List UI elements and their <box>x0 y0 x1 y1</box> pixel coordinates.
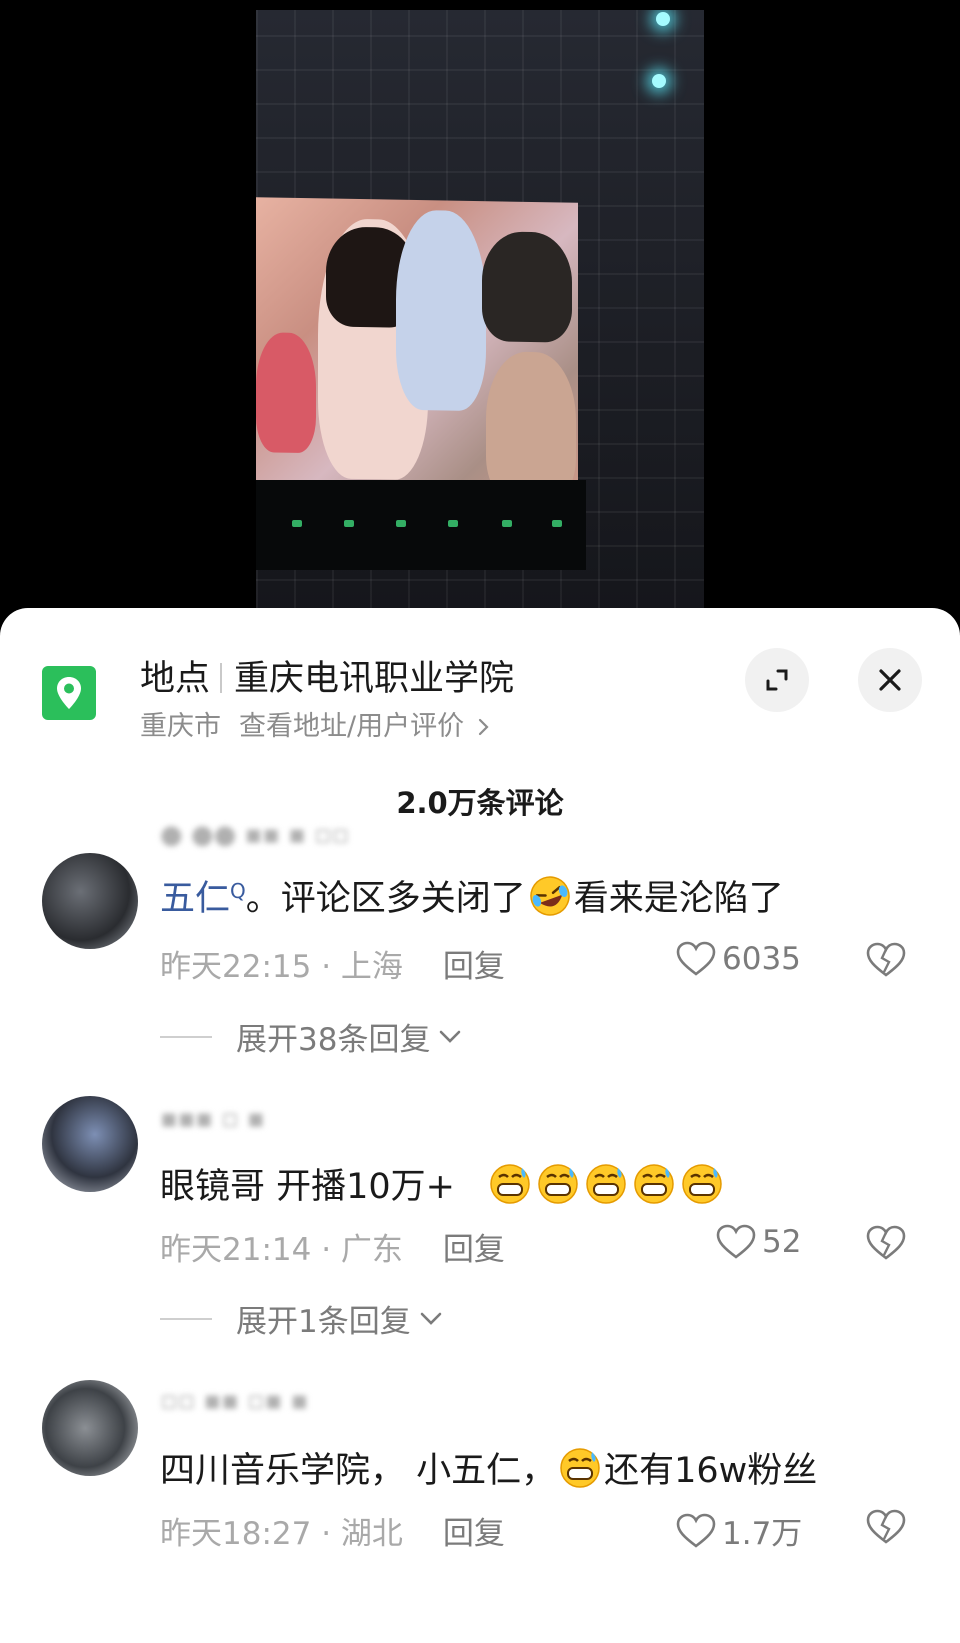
chevron-down-icon <box>440 1030 461 1043</box>
comment-meta: 昨天21:14 · 广东 回复 <box>160 1232 505 1268</box>
expand-replies-button[interactable]: 展开1条回复 <box>160 1296 443 1341</box>
location-name: 重庆电讯职业学院 <box>234 659 515 699</box>
comment-text: 五仁Q。评论区多关闭了 看来是沦陷了 <box>160 870 784 921</box>
comment-sheet: 地点 重庆电讯职业学院 重庆市 查看地址/用户评价 2.0万条评论 ● ●● ▪▪ … <box>0 608 960 1643</box>
comment-time: 昨天21:14 <box>160 1232 312 1268</box>
reply-button[interactable]: 回复 <box>443 1516 505 1552</box>
location-label: 地点 <box>140 659 211 699</box>
comment-text: 眼镜哥 开播10万+ <box>160 1158 726 1209</box>
like-button[interactable]: 52 <box>716 1224 801 1260</box>
grinning-sweat-emoji-icon <box>490 1164 530 1204</box>
location-city: 重庆市 <box>140 711 221 742</box>
location-subline[interactable]: 重庆市 查看地址/用户评价 <box>140 704 491 743</box>
comment-region: 上海 <box>340 949 403 985</box>
expand-sheet-button[interactable] <box>745 648 809 712</box>
grinning-sweat-emoji-icon <box>586 1164 626 1204</box>
dislike-broken-heart-icon[interactable] <box>866 942 906 978</box>
comment-text: 四川音乐学院， 小五仁， 还有16w粉丝 <box>160 1442 817 1493</box>
title-divider <box>220 663 223 693</box>
location-link[interactable]: 查看地址/用户评价 <box>239 711 464 742</box>
dislike-broken-heart-icon[interactable] <box>866 1225 906 1261</box>
heart-icon <box>676 941 716 976</box>
chevron-down-icon <box>420 1312 442 1325</box>
username[interactable]: ▪▪▪ ▫ ▪ <box>160 1104 265 1134</box>
emoji-sequence <box>486 1164 726 1207</box>
comment-region: 湖北 <box>340 1516 403 1552</box>
location-pin-icon[interactable] <box>42 666 96 720</box>
expand-replies-label: 展开38条回复 <box>236 1022 431 1058</box>
comment-meta: 昨天22:15 · 上海 回复 <box>160 949 505 985</box>
avatar[interactable] <box>42 853 138 949</box>
username[interactable]: ● ●● ▪▪ ▪ ▫▫ <box>160 820 349 850</box>
username[interactable]: ▫▫ ▪▪ ▫▪ ▪ <box>160 1386 308 1416</box>
avatar[interactable] <box>42 1380 138 1476</box>
close-icon <box>879 669 901 691</box>
like-count: 6035 <box>722 941 801 977</box>
heart-icon <box>676 1513 716 1548</box>
close-button[interactable] <box>858 648 922 712</box>
like-count: 1.7万 <box>722 1516 803 1552</box>
comment-meta: 昨天18:27 · 湖北 回复 <box>160 1516 505 1552</box>
divider-line <box>160 1317 212 1320</box>
divider-line <box>160 1035 212 1038</box>
expand-replies-label: 展开1条回复 <box>236 1304 411 1340</box>
grinning-sweat-emoji-icon <box>560 1448 600 1488</box>
grinning-sweat-emoji-icon <box>682 1164 722 1204</box>
location-title[interactable]: 地点 重庆电讯职业学院 <box>140 650 514 701</box>
avatar[interactable] <box>42 1096 138 1192</box>
comment-time: 昨天18:27 <box>160 1516 312 1552</box>
dislike-broken-heart-icon[interactable] <box>866 1509 906 1545</box>
like-count: 52 <box>762 1224 802 1260</box>
grinning-sweat-emoji-icon <box>634 1164 674 1204</box>
like-button[interactable]: 6035 <box>676 941 801 977</box>
video-player[interactable] <box>0 0 960 615</box>
expand-icon <box>766 669 788 691</box>
concert-video-frame <box>256 10 704 615</box>
like-button[interactable]: 1.7万 <box>676 1508 802 1553</box>
mention-link[interactable]: 五仁Q <box>160 879 246 919</box>
reply-button[interactable]: 回复 <box>443 1232 505 1268</box>
comment-region: 广东 <box>340 1232 403 1268</box>
big-screen-image <box>256 197 578 503</box>
rolling-laughing-emoji-icon <box>530 876 570 916</box>
expand-replies-button[interactable]: 展开38条回复 <box>160 1014 462 1059</box>
reply-button[interactable]: 回复 <box>443 949 505 985</box>
grinning-sweat-emoji-icon <box>538 1164 578 1204</box>
heart-icon <box>716 1224 756 1259</box>
comment-time: 昨天22:15 <box>160 949 312 985</box>
comment-count: 2.0万条评论 <box>396 786 564 820</box>
chevron-right-icon <box>478 718 489 736</box>
